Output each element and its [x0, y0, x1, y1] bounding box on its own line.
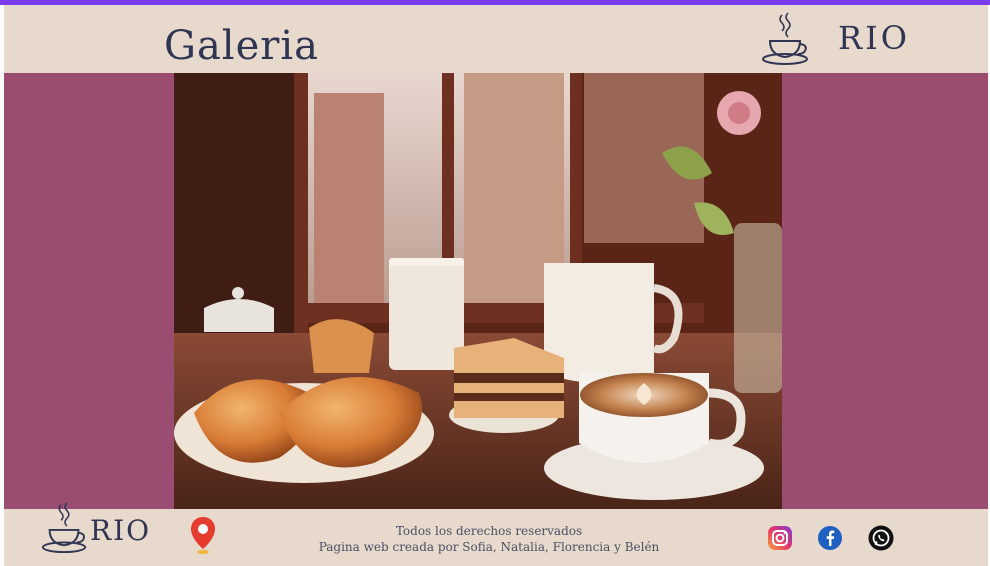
footer-copyright: Todos los derechos reservados Pagina web… — [274, 523, 704, 555]
rights-text: Todos los derechos reservados — [395, 524, 583, 538]
header: Galeria RIO — [4, 8, 988, 73]
instagram-icon[interactable] — [767, 525, 793, 551]
brand-name: RIO — [838, 19, 910, 57]
footer-brand-name: RIO — [90, 514, 152, 547]
page-title: Galeria — [164, 23, 320, 69]
gallery-image — [174, 73, 782, 509]
whatsapp-icon[interactable] — [868, 525, 894, 551]
gallery-section — [4, 73, 988, 509]
brand-logo[interactable]: RIO — [760, 8, 960, 73]
footer-brand-logo[interactable]: RIO — [40, 501, 200, 561]
footer: RIO Todos los derechos reservados Pagina… — [4, 502, 988, 566]
coffee-cup-icon — [41, 502, 87, 553]
coffee-cup-icon — [762, 12, 808, 65]
facebook-icon[interactable] — [817, 525, 843, 551]
location-pin-icon[interactable] — [190, 515, 216, 555]
credit-text: Pagina web creada por Sofia, Natalia, Fl… — [318, 540, 660, 554]
breakfast-photo — [174, 73, 782, 509]
